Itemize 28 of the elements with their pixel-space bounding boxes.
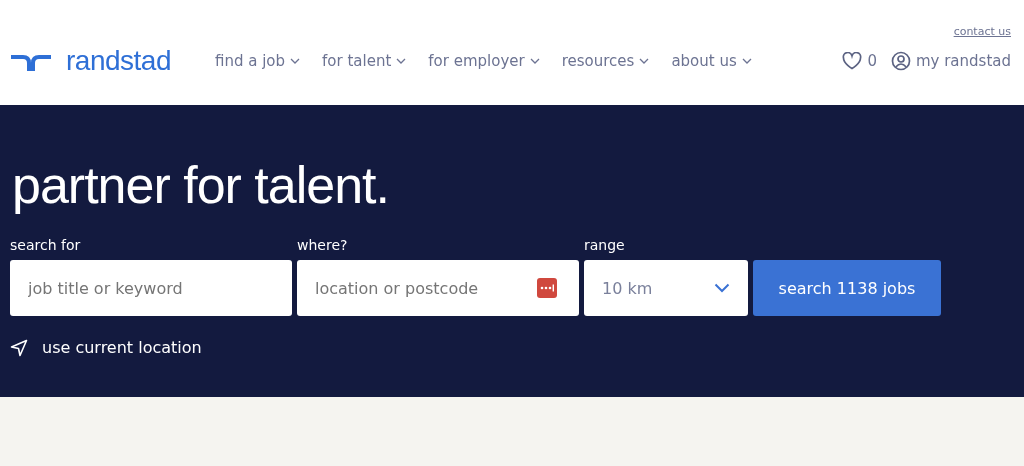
chevron-down-icon: [639, 58, 650, 64]
field-label: search for: [10, 237, 82, 253]
chevron-down-icon: [714, 283, 730, 293]
field-label: where?: [297, 237, 349, 253]
navigation-arrow-icon: [10, 338, 28, 357]
chevron-down-icon: [741, 58, 752, 64]
favorites-count: 0: [867, 52, 877, 70]
hero-title: partner for talent.: [12, 155, 390, 215]
user-icon: [890, 51, 911, 71]
chevron-down-icon: [396, 58, 407, 64]
chevron-down-icon: [529, 58, 540, 64]
nav-menu-link[interactable]: resources: [561, 52, 650, 70]
current-location-link[interactable]: use current location: [10, 338, 202, 357]
nav-menu-link[interactable]: about us: [671, 52, 752, 70]
search-button[interactable]: search 1138 jobs: [753, 260, 941, 316]
logo-text: randstad: [66, 45, 171, 77]
field-label: range: [584, 237, 626, 253]
keyword-field[interactable]: job title or keyword: [10, 260, 292, 316]
account-link[interactable]: my randstad: [890, 51, 1011, 71]
location-field[interactable]: location or postcode: [297, 260, 579, 316]
dots-icon[interactable]: [537, 278, 557, 298]
nav-menu-link[interactable]: for talent: [322, 52, 407, 70]
heart-icon[interactable]: [842, 52, 863, 70]
contact-link[interactable]: contact us: [953, 25, 1011, 38]
chevron-down-icon: [290, 58, 301, 64]
nav-menu-link[interactable]: for employer: [428, 52, 540, 70]
range-dropdown[interactable]: 10 km: [584, 260, 748, 316]
nav-menu-link[interactable]: find a job: [214, 52, 301, 70]
